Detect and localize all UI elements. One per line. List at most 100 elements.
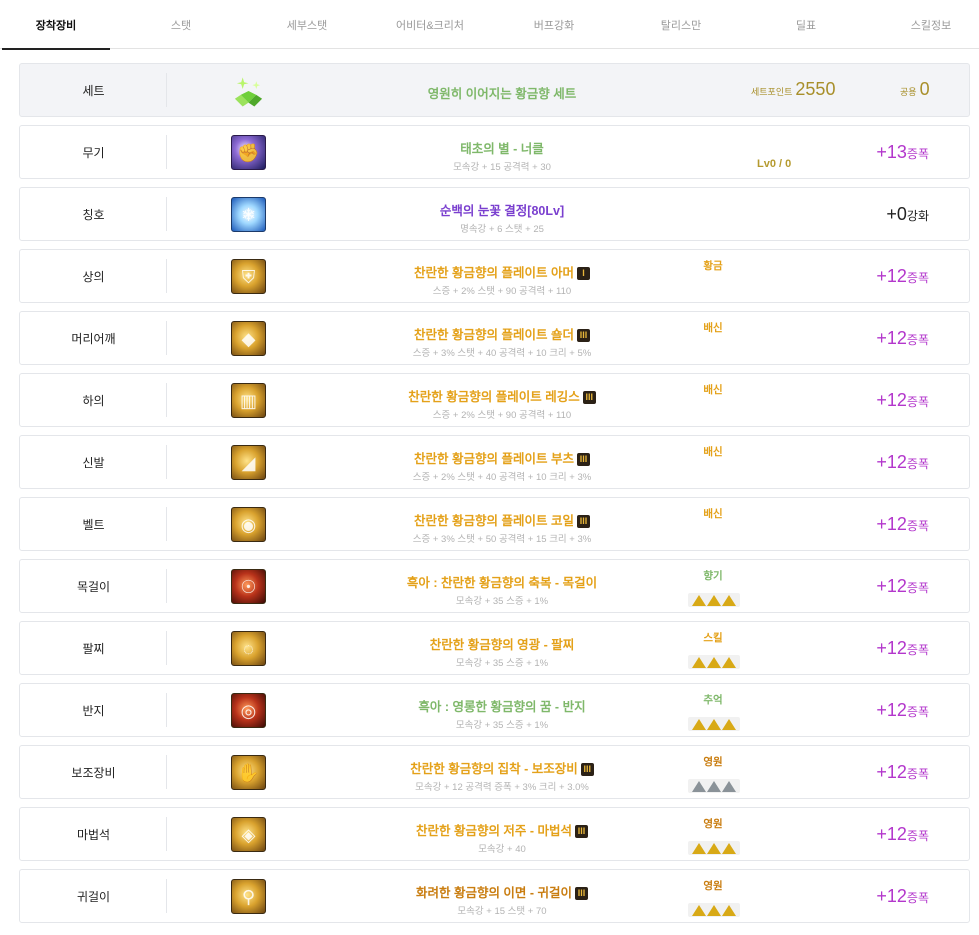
- tab-0[interactable]: 장착장비: [2, 0, 110, 50]
- slot-label: 귀걸이: [76, 889, 111, 904]
- item-name-line[interactable]: 찬란한 황금향의 집착 - 보조장비 III: [320, 758, 684, 777]
- set-name: 영원히 이어지는 황금향 세트: [427, 87, 577, 101]
- enhance-type: 증폭: [906, 147, 929, 161]
- plate-shoulder-icon[interactable]: ◆: [231, 321, 266, 356]
- plate-boots-icon[interactable]: ◢: [231, 445, 266, 480]
- enhance-type: 증폭: [906, 271, 929, 285]
- equipment-row: 머리어깨 ◆ 찬란한 황금향의 플레이트 숄더 III 스증 + 3% 스탯 + 40 …: [19, 311, 970, 365]
- magic-stone-icon[interactable]: ◈: [231, 817, 266, 852]
- item-option-label: 영원: [703, 756, 723, 768]
- equipment-row: 상의 ⛨ 찬란한 황금향의 플레이트 아머 I 스증 + 2% 스탯 + 90 공격력 …: [19, 249, 970, 303]
- equipment-row: 귀걸이 ⚲ 화려한 황금향의 이면 - 귀걸이 III 모속강 + 15 스탯 + 70…: [19, 869, 970, 923]
- triangle-icon: [692, 594, 706, 606]
- divider: [166, 445, 167, 479]
- item-name-line[interactable]: 찬란한 황금향의 플레이트 코일 III: [320, 510, 684, 529]
- enhance-type: 증폭: [906, 395, 929, 409]
- subweapon-icon[interactable]: ✋: [231, 755, 266, 790]
- triangle-icon: [692, 780, 706, 792]
- item-name: 찬란한 황금향의 플레이트 코일: [414, 514, 574, 528]
- item-name-line[interactable]: 찬란한 황금향의 플레이트 아머 I: [320, 262, 684, 281]
- enhance-type: 증폭: [906, 519, 929, 533]
- ring-icon[interactable]: ◎: [231, 693, 266, 728]
- tab-7[interactable]: 스킬정보: [877, 0, 979, 49]
- enhance-value: +12증폭: [876, 824, 929, 845]
- bracelet-icon[interactable]: ◌: [231, 631, 266, 666]
- plate-leggings-icon[interactable]: ▥: [231, 383, 266, 418]
- item-name-line[interactable]: 순백의 눈꽃 결정[80Lv]: [320, 200, 684, 219]
- equipment-row: 마법석 ◈ 찬란한 황금향의 저주 - 마법석 III 모속강 + 40 영원 +12증폭: [19, 807, 970, 861]
- equipment-row: 신발 ◢ 찬란한 황금향의 플레이트 부츠 III 스증 + 2% 스탯 + 40 공격…: [19, 435, 970, 489]
- slot-label: 마법석: [76, 827, 111, 842]
- item-name-line[interactable]: 흑아 : 찬란한 황금향의 축복 - 목걸이: [320, 572, 684, 591]
- triangle-icon: [707, 594, 721, 606]
- item-stats: 모속강 + 35 스증 + 1%: [455, 596, 549, 607]
- triangle-icon: [722, 594, 736, 606]
- tab-2[interactable]: 세부스탯: [253, 0, 361, 49]
- tab-5[interactable]: 탈리스만: [627, 0, 735, 49]
- item-name-line[interactable]: 태초의 별 - 너클: [320, 138, 684, 157]
- item-name: 찬란한 황금향의 영광 - 팔찌: [429, 638, 575, 652]
- triangle-icon: [722, 718, 736, 730]
- item-name-line[interactable]: 찬란한 황금향의 저주 - 마법석 III: [320, 820, 684, 839]
- item-name-line[interactable]: 찬란한 황금향의 플레이트 숄더 III: [320, 324, 684, 343]
- item-name-line[interactable]: 찬란한 황금향의 플레이트 부츠 III: [320, 448, 684, 467]
- item-option-label: 배신: [703, 384, 723, 396]
- fusion-indicator: [688, 903, 740, 917]
- earring-icon[interactable]: ⚲: [231, 879, 266, 914]
- item-info: 찬란한 황금향의 플레이트 코일 III 스증 + 3% 스탯 + 50 공격력 +…: [320, 498, 684, 550]
- item-stats: 모속강 + 15 스탯 + 70: [457, 906, 547, 917]
- item-info: 순백의 눈꽃 결정[80Lv] 명속강 + 6 스탯 + 25: [320, 188, 684, 240]
- tab-3[interactable]: 어비터&크리처: [376, 0, 484, 49]
- item-option-label: 추억: [703, 694, 723, 706]
- enhance-value: +12증폭: [876, 700, 929, 721]
- divider: [166, 321, 167, 355]
- item-info: 찬란한 황금향의 저주 - 마법석 III 모속강 + 40: [320, 808, 684, 860]
- item-info: 화려한 황금향의 이면 - 귀걸이 III 모속강 + 15 스탯 + 70: [320, 870, 684, 922]
- enhance-type: 증폭: [906, 705, 929, 719]
- divider: [166, 693, 167, 727]
- equipment-row: 보조장비 ✋ 찬란한 황금향의 집착 - 보조장비 III 모속강 + 12 공격력 증…: [19, 745, 970, 799]
- item-option-label: 향기: [703, 570, 723, 582]
- necklace-icon[interactable]: ☉: [231, 569, 266, 604]
- triangle-icon: [692, 656, 706, 668]
- tab-4[interactable]: 버프강화: [500, 0, 608, 49]
- item-option-label: 영원: [703, 818, 723, 830]
- enhance-number: +12: [876, 886, 907, 906]
- item-option-label: 배신: [703, 322, 723, 334]
- item-stats: 명속강 + 6 스탯 + 25: [460, 224, 544, 235]
- item-name: 태초의 별 - 너클: [460, 142, 544, 156]
- triangle-icon: [692, 842, 706, 854]
- weapon-knuckle-icon[interactable]: ✊: [231, 135, 266, 170]
- tab-1[interactable]: 스탯: [127, 0, 235, 49]
- plate-coil-icon[interactable]: ◉: [231, 507, 266, 542]
- enhance-number: +12: [876, 638, 907, 658]
- equipment-row: 목걸이 ☉ 흑아 : 찬란한 황금향의 축복 - 목걸이 모속강 + 35 스증 + …: [19, 559, 970, 613]
- item-name-line[interactable]: 찬란한 황금향의 플레이트 레깅스 III: [320, 386, 684, 405]
- item-info: 흑아 : 찬란한 황금향의 축복 - 목걸이모속강 + 35 스증 + 1%: [320, 560, 684, 612]
- tab-6[interactable]: 딜표: [752, 0, 860, 49]
- equipment-row: 칭호 ❄ 순백의 눈꽃 결정[80Lv] 명속강 + 6 스탯 + 25 +0강화: [19, 187, 970, 241]
- item-stats: 모속강 + 40: [478, 844, 526, 855]
- divider: [166, 383, 167, 417]
- item-grade-badge: III: [580, 763, 594, 776]
- slot-label: 칭호: [82, 207, 105, 222]
- item-name: 순백의 눈꽃 결정[80Lv]: [439, 204, 565, 218]
- enhance-number: +13: [876, 142, 907, 162]
- snowflake-title-icon[interactable]: ❄: [231, 197, 266, 232]
- item-option-label: 황금: [703, 260, 723, 272]
- item-name-line[interactable]: 찬란한 황금향의 영광 - 팔찌: [320, 634, 684, 653]
- enhance-number: +12: [876, 514, 907, 534]
- item-name: 흑아 : 영롱한 황금향의 꿈 - 반지: [418, 700, 586, 714]
- enhance-type: 증폭: [906, 581, 929, 595]
- triangle-icon: [692, 718, 706, 730]
- item-stats: 모속강 + 12 공격력 증폭 + 3% 크리 + 3.0%: [415, 782, 589, 793]
- plate-armor-icon[interactable]: ⛨: [231, 259, 266, 294]
- item-option-label: 배신: [703, 446, 723, 458]
- share-point: 공용 0: [900, 79, 930, 100]
- slot-label: 무기: [82, 145, 105, 160]
- item-name-line[interactable]: 흑아 : 영롱한 황금향의 꿈 - 반지: [320, 696, 684, 715]
- divider: [166, 197, 167, 231]
- item-name: 찬란한 황금향의 플레이트 부츠: [414, 452, 574, 466]
- item-name-line[interactable]: 화려한 황금향의 이면 - 귀걸이 III: [320, 882, 684, 901]
- item-stats: 스증 + 2% 스탯 + 90 공격력 + 110: [432, 286, 572, 297]
